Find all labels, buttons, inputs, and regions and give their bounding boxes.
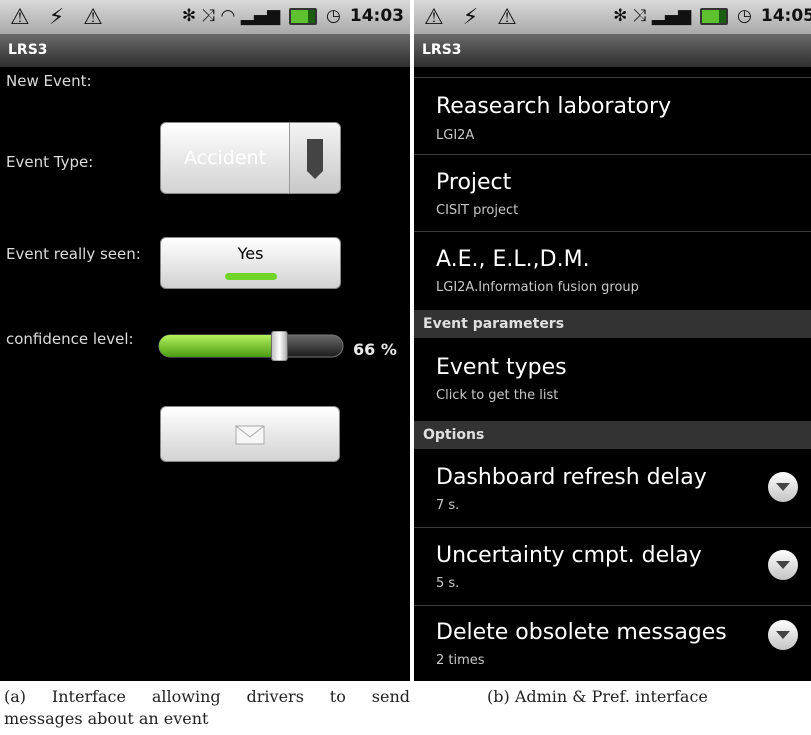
status-icons: ✻ ⤨ ▂▄▆ ◷ 14:05 xyxy=(613,6,811,26)
clock: 14:03 xyxy=(349,6,404,26)
envelope-icon xyxy=(235,425,265,445)
event-seen-value: Yes xyxy=(237,244,264,263)
pref-refresh-title[interactable]: Dashboard refresh delay xyxy=(436,465,707,490)
chevron-down-icon[interactable] xyxy=(768,550,798,580)
pref-delete-title[interactable]: Delete obsolete messages xyxy=(436,620,727,645)
section-event-parameters: Event parameters xyxy=(414,310,811,338)
notification-icons: ⚠ ⚡ ⚠ xyxy=(10,5,109,30)
pref-delete-value: 2 times xyxy=(436,653,485,668)
send-button[interactable] xyxy=(160,406,340,462)
clock: 14:05 xyxy=(760,6,811,26)
admin-preferences-screen: ⚠ ⚡ ⚠ ✻ ⤨ ▂▄▆ ◷ 14:05 LRS3 Reasearch lab… xyxy=(414,0,811,681)
chevron-down-icon[interactable] xyxy=(768,472,798,502)
confidence-percent: 66 % xyxy=(353,340,397,359)
toggle-indicator xyxy=(225,273,277,280)
chevron-down-icon[interactable] xyxy=(768,620,798,650)
app-title: LRS3 xyxy=(0,34,410,67)
pref-group-title[interactable]: A.E., E.L.,D.M. xyxy=(436,247,590,272)
event-type-spinner[interactable]: Accident xyxy=(160,122,341,194)
confidence-fill xyxy=(159,335,281,357)
caption-a: (a) Interface allowing drivers to send m… xyxy=(4,686,410,730)
caption-a-line1: (a) Interface allowing drivers to send xyxy=(4,687,410,706)
section-options: Options xyxy=(414,421,811,449)
pref-lab-value: LGI2A xyxy=(436,128,475,143)
pref-project-title[interactable]: Project xyxy=(436,170,511,195)
pref-uncertainty-title[interactable]: Uncertainty cmpt. delay xyxy=(436,543,702,568)
caption-a-line2: messages about an event xyxy=(4,709,209,728)
event-seen-label: Event really seen: xyxy=(6,245,141,263)
slider-thumb xyxy=(270,330,288,362)
dropdown-arrow-icon[interactable] xyxy=(289,123,340,193)
pref-event-types-title[interactable]: Event types xyxy=(436,355,567,380)
notification-icons: ⚠ ⚡ ⚠ xyxy=(424,5,523,30)
alarm-icon: ◷ xyxy=(737,6,752,26)
confidence-slider[interactable] xyxy=(157,330,347,362)
confidence-label: confidence level: xyxy=(6,330,134,348)
status-bar: ⚠ ⚡ ⚠ ✻ ⤨ ◠ ▂▄▆ ◷ 14:03 xyxy=(0,0,410,34)
status-bar: ⚠ ⚡ ⚠ ✻ ⤨ ▂▄▆ ◷ 14:05 xyxy=(414,0,811,34)
pref-refresh-value: 7 s. xyxy=(436,498,460,513)
system-icons: ✻ ⤨ ◠ ▂▄▆ xyxy=(181,6,281,26)
pref-project-value: CISIT project xyxy=(436,203,519,218)
status-icons: ✻ ⤨ ◠ ▂▄▆ ◷ 14:03 xyxy=(182,6,404,26)
event-seen-toggle[interactable]: Yes xyxy=(160,237,341,289)
battery-icon xyxy=(289,7,318,25)
pref-event-types-hint: Click to get the list xyxy=(436,388,559,403)
event-type-label: Event Type: xyxy=(6,153,94,171)
pref-lab-title[interactable]: Reasearch laboratory xyxy=(436,94,671,119)
new-event-label: New Event: xyxy=(6,72,92,90)
alarm-icon: ◷ xyxy=(326,6,341,26)
driver-event-screen: ⚠ ⚡ ⚠ ✻ ⤨ ◠ ▂▄▆ ◷ 14:03 LRS3 New Event: … xyxy=(0,0,410,681)
pref-group-value: LGI2A.Information fusion group xyxy=(436,280,639,295)
battery-icon xyxy=(700,7,729,25)
system-icons: ✻ ⤨ ▂▄▆ xyxy=(613,6,692,26)
app-title: LRS3 xyxy=(414,34,811,67)
caption-b: (b) Admin & Pref. interface xyxy=(487,687,708,706)
event-type-value: Accident xyxy=(183,147,267,169)
pref-uncertainty-value: 5 s. xyxy=(436,576,460,591)
